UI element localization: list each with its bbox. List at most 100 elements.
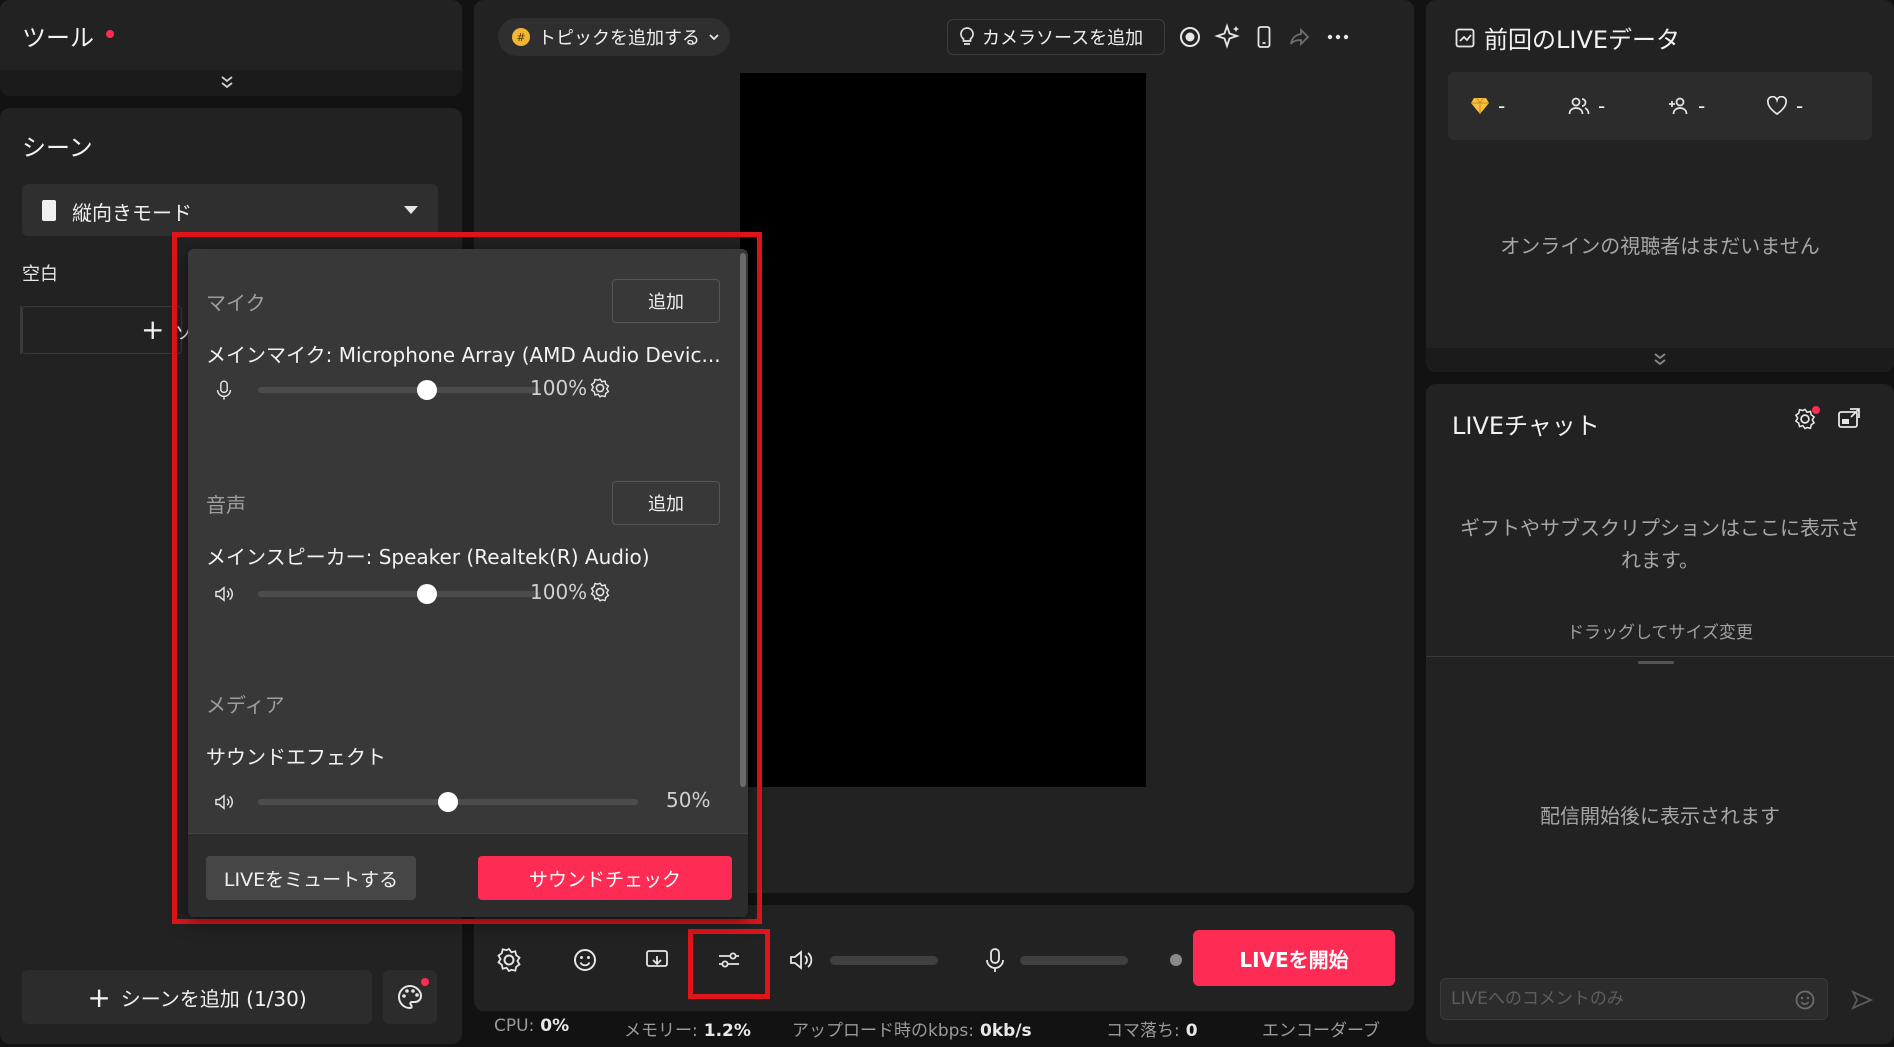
- topic-icon: #: [512, 28, 530, 46]
- add-source-button[interactable]: + ソ: [22, 306, 193, 354]
- heart-icon: [1766, 96, 1788, 116]
- add-scene-button[interactable]: + シーンを追加 (1/30): [22, 970, 372, 1024]
- scene-blank-label: 空白: [22, 264, 58, 285]
- chat-divider: [1426, 656, 1894, 657]
- speaker-icon: [212, 581, 236, 607]
- mic-settings-icon[interactable]: [588, 376, 612, 400]
- mixer-scrollbar[interactable]: [740, 253, 746, 787]
- audio-mixer-icon[interactable]: [714, 945, 744, 975]
- speaker-volume-slider[interactable]: [258, 591, 540, 597]
- status-bar: CPU: 0% メモリー: 1.2% アップロード時のkbps: 0kb/s コマ落ち…: [474, 1014, 1414, 1044]
- diamonds-stat: -: [1470, 94, 1505, 118]
- video-preview[interactable]: [740, 73, 1146, 787]
- notification-dot: [1812, 406, 1820, 414]
- add-mic-button[interactable]: 追加: [612, 279, 720, 323]
- screen-cast-icon[interactable]: [642, 945, 672, 975]
- phone-layout-icon[interactable]: [1250, 23, 1278, 51]
- record-icon[interactable]: [1176, 23, 1204, 51]
- media-section-label: メディア: [206, 693, 285, 717]
- cpu-stat: CPU: 0%: [494, 1016, 570, 1036]
- previous-live-title: 前回のLIVEデータ: [1454, 20, 1680, 55]
- sound-effect-volume-knob[interactable]: [438, 792, 458, 812]
- add-camera-source-button[interactable]: カメラソースを追加: [947, 19, 1165, 55]
- add-scene-label: シーンを追加 (1/30): [120, 986, 307, 1011]
- speaker-device-name: メインスピーカー: Speaker (Realtek(R) Audio): [206, 545, 650, 569]
- add-audio-button[interactable]: 追加: [612, 481, 720, 525]
- add-person-icon: [1668, 96, 1690, 116]
- mic-section-label: マイク: [206, 291, 266, 315]
- previous-live-panel: 前回のLIVEデータ - - - - オンラインの視聴者はまだいません: [1426, 0, 1894, 372]
- mic-volume-knob[interactable]: [417, 380, 438, 400]
- likes-stat: -: [1766, 94, 1803, 118]
- upload-stat: アップロード時のkbps: 0kb/s: [792, 1021, 1032, 1041]
- lightbulb-icon: [958, 27, 976, 47]
- add-topic-label: トピックを追加する: [538, 28, 700, 49]
- speaker-volume-knob[interactable]: [417, 584, 438, 604]
- tools-expand-button[interactable]: [0, 70, 462, 96]
- more-options-icon[interactable]: [1324, 23, 1352, 51]
- diamond-icon: [1470, 97, 1490, 115]
- plus-icon: +: [87, 980, 111, 1014]
- sound-check-button[interactable]: サウンドチェック: [478, 856, 732, 900]
- mic-volume-value: 100%: [530, 376, 588, 400]
- sound-effect-volume-row: 50%: [206, 785, 716, 819]
- plus-icon: +: [141, 313, 165, 346]
- popout-window-icon[interactable]: [1836, 406, 1862, 432]
- notification-dot: [421, 978, 429, 986]
- mixer-footer: LIVEをミュートする サウンドチェック: [188, 833, 748, 917]
- send-icon[interactable]: [1850, 988, 1874, 1012]
- viewers-stat: -: [1568, 94, 1605, 118]
- emoji-icon[interactable]: [1794, 989, 1816, 1011]
- add-topic-button[interactable]: # トピックを追加する: [498, 18, 730, 56]
- chat-empty-message: 配信開始後に表示されます: [1540, 804, 1780, 828]
- scene-mode-label: 縦向きモード: [72, 201, 192, 225]
- settings-gear-icon[interactable]: [494, 945, 524, 975]
- speaker-icon: [212, 789, 236, 815]
- live-chat-title: LIVEチャット: [1452, 412, 1600, 440]
- no-viewers-message: オンラインの視聴者はまだいません: [1500, 234, 1820, 258]
- speaker-level-meter: [830, 956, 938, 965]
- add-camera-source-label: カメラソースを追加: [982, 28, 1144, 49]
- notification-dot: [106, 30, 114, 38]
- speaker-volume-value: 100%: [530, 580, 588, 604]
- mic-level-meter: [1020, 956, 1128, 965]
- resize-handle[interactable]: [1638, 661, 1674, 664]
- mute-live-button[interactable]: LIVEをミュートする: [206, 856, 416, 900]
- dropdown-caret-icon: [404, 206, 418, 214]
- previous-live-stats: - - - -: [1448, 72, 1872, 140]
- chevron-down-icon: [708, 31, 720, 43]
- chat-comment-input[interactable]: [1440, 978, 1828, 1020]
- double-chevron-down-icon: [219, 74, 235, 90]
- mic-volume-slider[interactable]: [258, 387, 540, 393]
- mic-device-name: メインマイク: Microphone Array (AMD Audio Devi…: [206, 343, 721, 367]
- live-chat-panel: LIVEチャット ギフトやサブスクリプションはここに表示されます。 ドラッグして…: [1426, 384, 1894, 1044]
- dropped-frames-stat: コマ落ち: 0: [1106, 1021, 1198, 1041]
- new-followers-stat: -: [1668, 94, 1705, 118]
- speaker-icon[interactable]: [786, 945, 816, 975]
- mic-volume-row: 100%: [206, 373, 716, 407]
- palette-icon: [396, 983, 424, 1011]
- chart-icon: [1454, 27, 1476, 49]
- sound-effect-volume-value: 50%: [666, 788, 711, 812]
- double-chevron-down-icon: [1652, 351, 1668, 367]
- tools-title: ツール: [22, 24, 94, 52]
- smiley-icon[interactable]: [570, 945, 600, 975]
- speaker-settings-icon[interactable]: [588, 580, 612, 604]
- drag-resize-hint: ドラッグしてサイズ変更: [1567, 623, 1753, 643]
- share-icon[interactable]: [1286, 23, 1314, 51]
- speaker-volume-row: 100%: [206, 577, 716, 611]
- theme-button[interactable]: [383, 970, 437, 1024]
- go-live-button[interactable]: LIVEを開始: [1193, 930, 1395, 986]
- scene-mode-select[interactable]: 縦向きモード: [22, 184, 438, 236]
- status-indicator: [1170, 954, 1182, 966]
- audio-section-label: 音声: [206, 493, 246, 517]
- sound-effect-name: サウンドエフェクト: [206, 745, 386, 769]
- microphone-icon: [212, 377, 236, 403]
- encoder-stat: エンコーダーブ: [1262, 1021, 1380, 1041]
- sparkle-effects-icon[interactable]: [1214, 23, 1242, 51]
- tools-panel: ツール: [0, 0, 462, 96]
- memory-stat: メモリー: 1.2%: [624, 1021, 751, 1041]
- gift-info-message: ギフトやサブスクリプションはここに表示されます。: [1460, 516, 1860, 572]
- microphone-icon[interactable]: [980, 945, 1010, 975]
- previous-live-expand-button[interactable]: [1426, 348, 1894, 372]
